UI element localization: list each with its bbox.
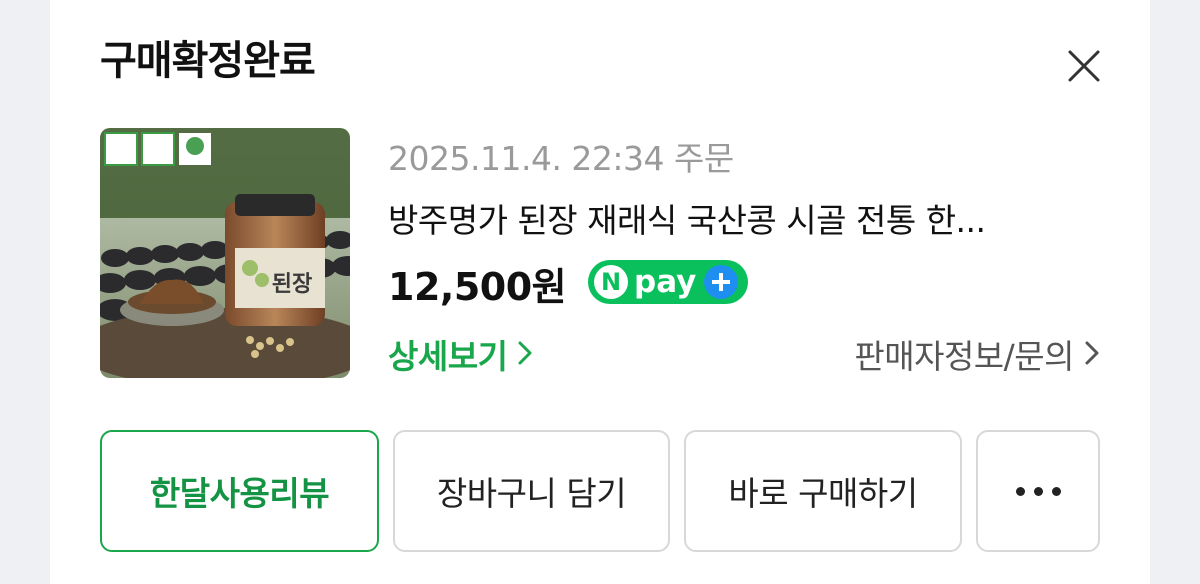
- dialog-title: 구매확정완료: [100, 38, 316, 84]
- seller-info-label: 판매자정보/문의: [854, 337, 1074, 376]
- product-name[interactable]: 방주명가 된장 재래식 국산콩 시골 전통 한...: [388, 194, 1100, 242]
- jar-label-text: 된장: [272, 272, 312, 297]
- buy-now-button[interactable]: 바로 구매하기: [684, 430, 962, 552]
- product-price: 12,500원: [388, 265, 567, 309]
- more-dots-icon: [1015, 486, 1061, 496]
- buy-now-label: 바로 구매하기: [728, 474, 918, 513]
- npay-plus-badge: N pay: [588, 260, 748, 304]
- monthly-review-label: 한달사용리뷰: [149, 474, 330, 513]
- naver-n-icon: N: [594, 265, 628, 299]
- npay-label: pay: [634, 264, 697, 300]
- plus-icon: [704, 265, 739, 299]
- view-details-link[interactable]: 상세보기: [388, 330, 533, 378]
- add-to-cart-label: 장바구니 담기: [436, 474, 627, 513]
- certification-badges: [104, 132, 211, 166]
- product-thumbnail[interactable]: 된장: [100, 128, 350, 378]
- monthly-review-button[interactable]: 한달사용리뷰: [100, 430, 379, 552]
- order-confirm-card: 구매확정완료 된장 2025.11.4. 22:34 주문 방주명가 된장 재래…: [50, 0, 1150, 584]
- more-options-button[interactable]: [976, 430, 1100, 552]
- chevron-right-icon: [517, 335, 533, 374]
- view-details-label: 상세보기: [388, 337, 508, 376]
- add-to-cart-button[interactable]: 장바구니 담기: [393, 430, 670, 552]
- seller-info-link[interactable]: 판매자정보/문의: [854, 330, 1100, 378]
- close-icon[interactable]: [1064, 46, 1104, 86]
- order-date: 2025.11.4. 22:34 주문: [388, 139, 734, 178]
- chevron-right-icon: [1084, 335, 1100, 374]
